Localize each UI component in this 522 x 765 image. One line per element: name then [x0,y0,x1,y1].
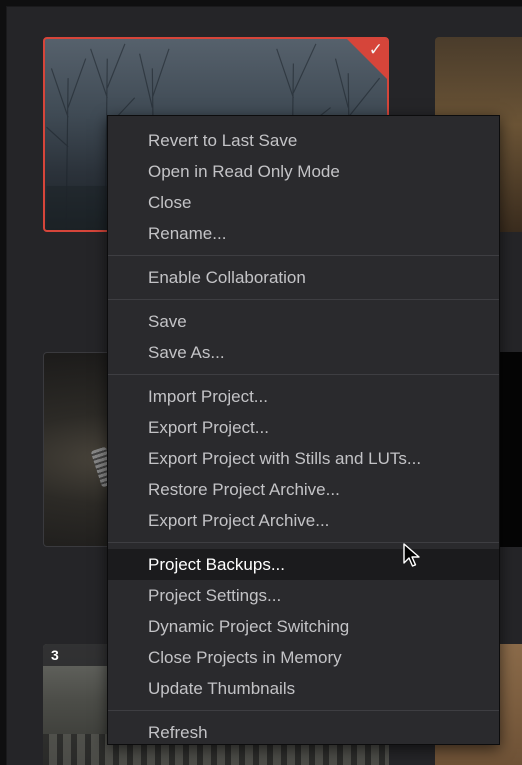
menu-separator [108,374,499,375]
menu-separator [108,255,499,256]
menu-separator [108,542,499,543]
checkmark-icon: ✓ [368,40,383,60]
menu-item-restore-project-archive[interactable]: Restore Project Archive... [108,474,499,505]
menu-item-update-thumbnails[interactable]: Update Thumbnails [108,673,499,704]
menu-item-export-project[interactable]: Export Project... [108,412,499,443]
menu-item-enable-collaboration[interactable]: Enable Collaboration [108,262,499,293]
menu-item-import-project[interactable]: Import Project... [108,381,499,412]
menu-item-revert-to-last-save[interactable]: Revert to Last Save [108,125,499,156]
menu-separator [108,299,499,300]
menu-separator [108,710,499,711]
menu-item-save-as[interactable]: Save As... [108,337,499,368]
context-menu: Revert to Last Save Open in Read Only Mo… [107,115,500,745]
menu-item-export-project-archive[interactable]: Export Project Archive... [108,505,499,536]
menu-item-export-project-stills-luts[interactable]: Export Project with Stills and LUTs... [108,443,499,474]
menu-item-rename[interactable]: Rename... [108,218,499,249]
menu-item-project-backups[interactable]: Project Backups... [108,549,499,580]
menu-item-close-projects-in-memory[interactable]: Close Projects in Memory [108,642,499,673]
menu-item-open-read-only[interactable]: Open in Read Only Mode [108,156,499,187]
menu-item-dynamic-project-switching[interactable]: Dynamic Project Switching [108,611,499,642]
menu-item-save[interactable]: Save [108,306,499,337]
mouse-cursor-icon [403,543,420,567]
menu-item-refresh[interactable]: Refresh [108,717,499,748]
menu-item-project-settings[interactable]: Project Settings... [108,580,499,611]
menu-item-close[interactable]: Close [108,187,499,218]
